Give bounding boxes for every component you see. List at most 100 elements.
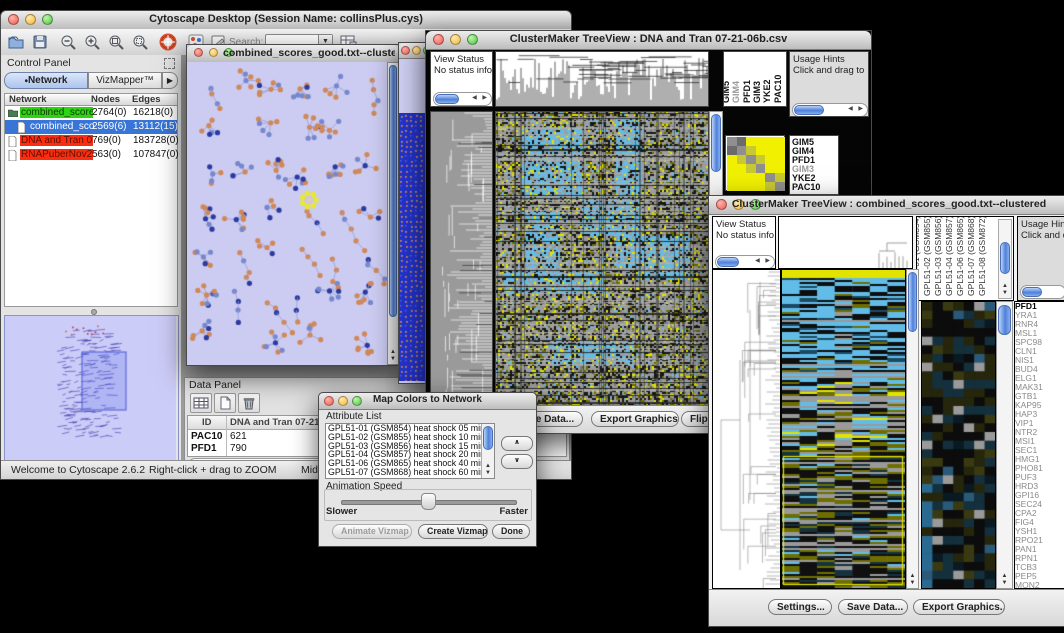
network-graph-canvas[interactable] [187, 62, 387, 364]
matrix-cell[interactable] [746, 155, 756, 164]
network-name[interactable]: DNA and Tran 07 [20, 135, 93, 146]
tab-vizmapper[interactable]: VizMapper™ [88, 72, 162, 89]
close-button[interactable] [401, 46, 410, 55]
matrix-cell[interactable] [727, 146, 737, 155]
move-up-button[interactable]: ∧ [501, 436, 533, 451]
zoom-in-icon[interactable] [83, 33, 101, 51]
create-vizmap-button[interactable]: Create Vizmap [418, 524, 488, 539]
network-list-row[interactable]: combined_scores_2764(0)16218(0) [5, 106, 177, 120]
matrix-cell[interactable] [727, 182, 737, 191]
matrix-cell[interactable] [756, 173, 766, 182]
tv2-row-dendrogram[interactable] [712, 269, 781, 589]
tv2-button-export-graphics[interactable]: Export Graphics... [913, 599, 1005, 615]
tv1-row-dendrogram-canvas[interactable] [431, 112, 492, 406]
animate-vizmap-button[interactable]: Animate Vizmap [332, 524, 412, 539]
tv1-button-export-graphics[interactable]: Export Graphics... [591, 411, 679, 427]
matrix-cell[interactable] [775, 173, 785, 182]
matrix-cell[interactable] [775, 137, 785, 146]
tv2-main-heatmap[interactable] [781, 269, 906, 589]
float-panel-icon[interactable] [164, 58, 175, 69]
matrix-cell[interactable] [727, 173, 737, 182]
tv1-status-hscrollbar[interactable]: ◀ ▶ [433, 92, 492, 106]
tv2-main-heatmap-canvas[interactable] [782, 270, 905, 588]
network-name[interactable]: combined_scores_ [20, 107, 93, 118]
open-file-icon[interactable] [7, 33, 25, 51]
matrix-cell[interactable] [775, 182, 785, 191]
matrix-cell[interactable] [737, 182, 747, 191]
attribute-list-item[interactable]: GPL51-07 (GSM868) heat shock 60 min [326, 468, 494, 477]
network-list-row[interactable]: DNA and Tran 07769(0)183728(0) [5, 134, 177, 148]
tv2-gene-list[interactable]: PFD1YRA1RNR4MSL1SPC98CLN1NIS1BUD4ELG1MAK… [1014, 301, 1064, 589]
matrix-cell[interactable] [756, 155, 766, 164]
treeview1-titlebar[interactable]: ClusterMaker TreeView : DNA and Tran 07-… [426, 31, 871, 50]
map-dialog-titlebar[interactable]: Map Colors to Network [319, 393, 536, 410]
tv1-gene-label[interactable]: PAC10 [792, 183, 838, 192]
matrix-cell[interactable] [775, 146, 785, 155]
overview-canvas[interactable] [5, 316, 176, 460]
tv1-gene-list[interactable]: GIM5GIM4PFD1GIM3YKE2PAC10 [789, 135, 839, 195]
zoom-selected-icon[interactable] [131, 33, 149, 51]
help-lifering-icon[interactable] [159, 33, 177, 51]
matrix-cell[interactable] [746, 173, 756, 182]
zoom-fit-icon[interactable] [107, 33, 125, 51]
close-button[interactable] [194, 48, 203, 57]
matrix-cell[interactable] [737, 164, 747, 173]
network-canvas-area[interactable] [187, 62, 387, 365]
tv2-button-save-data[interactable]: Save Data... [838, 599, 908, 615]
move-down-button[interactable]: ∨ [501, 454, 533, 469]
tv2-zoom-heatmap[interactable] [921, 301, 996, 589]
matrix-cell[interactable] [737, 173, 747, 182]
matrix-cell[interactable] [756, 137, 766, 146]
tv1-hints-hscrollbar[interactable]: ◀ ▶ [792, 103, 868, 117]
matrix-cell[interactable] [756, 146, 766, 155]
tv2-heatmap-vscrollbar[interactable]: ▲▼ [906, 269, 919, 589]
matrix-cell[interactable] [765, 182, 775, 191]
tv1-main-heatmap-canvas[interactable] [496, 112, 708, 406]
matrix-cell[interactable] [765, 137, 775, 146]
matrix-cell[interactable] [727, 155, 737, 164]
tv2-hints-hscrollbar[interactable] [1020, 285, 1064, 299]
attribute-list[interactable]: GPL51-01 (GSM854) heat shock 05 minGPL51… [325, 423, 495, 479]
tv2-row-dendrogram-canvas[interactable] [713, 270, 780, 588]
matrix-cell[interactable] [727, 164, 737, 173]
save-icon[interactable] [31, 33, 49, 51]
minimize-button[interactable] [412, 46, 421, 55]
network-name[interactable]: RNAPuberNov2+ [20, 149, 93, 160]
new-attribute-icon[interactable] [214, 393, 236, 413]
tv2-zoom-heatmap-canvas[interactable] [922, 302, 995, 588]
network-list-row[interactable]: RNAPuberNov2+563(0)107847(0) [5, 148, 177, 162]
attribute-list-vscrollbar[interactable]: ▲▼ [481, 424, 494, 478]
matrix-cell[interactable] [746, 182, 756, 191]
zoom-out-icon[interactable] [59, 33, 77, 51]
matrix-cell[interactable] [746, 164, 756, 173]
tv2-status-hscrollbar[interactable]: ◀ ▶ [715, 255, 775, 269]
matrix-cell[interactable] [737, 137, 747, 146]
matrix-cell[interactable] [765, 173, 775, 182]
treeview2-titlebar[interactable]: ClusterMaker TreeView : combined_scores_… [709, 196, 1064, 215]
main-titlebar[interactable]: Cytoscape Desktop (Session Name: collins… [1, 11, 571, 30]
matrix-cell[interactable] [756, 182, 766, 191]
matrix-cell[interactable] [765, 155, 775, 164]
matrix-cell[interactable] [727, 137, 737, 146]
matrix-cell[interactable] [746, 137, 756, 146]
table-row[interactable]: PAC10 [191, 431, 223, 442]
done-button[interactable]: Done [492, 524, 530, 539]
tv1-row-dendrogram[interactable] [430, 111, 493, 407]
matrix-cell[interactable] [746, 146, 756, 155]
matrix-cell[interactable] [765, 164, 775, 173]
tv2-gene-label[interactable]: MON2 [1015, 581, 1064, 589]
network-list-row[interactable]: combined_sco2569(6)13112(15) [5, 120, 177, 134]
network-overview-panel[interactable] [4, 315, 179, 463]
delete-attribute-icon[interactable] [238, 393, 260, 413]
minimize-button[interactable] [209, 48, 218, 57]
network-view-titlebar[interactable]: combined_scores_good.txt--cluste... [187, 45, 399, 63]
tab-network[interactable]: 🞄Network [4, 72, 88, 89]
table-row[interactable]: PFD1 [191, 443, 217, 454]
matrix-cell[interactable] [775, 155, 785, 164]
tv2-column-dendrogram-canvas[interactable] [779, 217, 912, 268]
tv1-column-dendrogram-canvas[interactable] [496, 52, 708, 106]
network-table-header[interactable]: Network Nodes Edges [4, 93, 178, 106]
tv2-column-labels[interactable]: GPL51-01 (GSM854)GPL51-02 (GSM855)GPL51-… [916, 216, 1014, 301]
matrix-cell[interactable] [775, 164, 785, 173]
matrix-cell[interactable] [765, 146, 775, 155]
